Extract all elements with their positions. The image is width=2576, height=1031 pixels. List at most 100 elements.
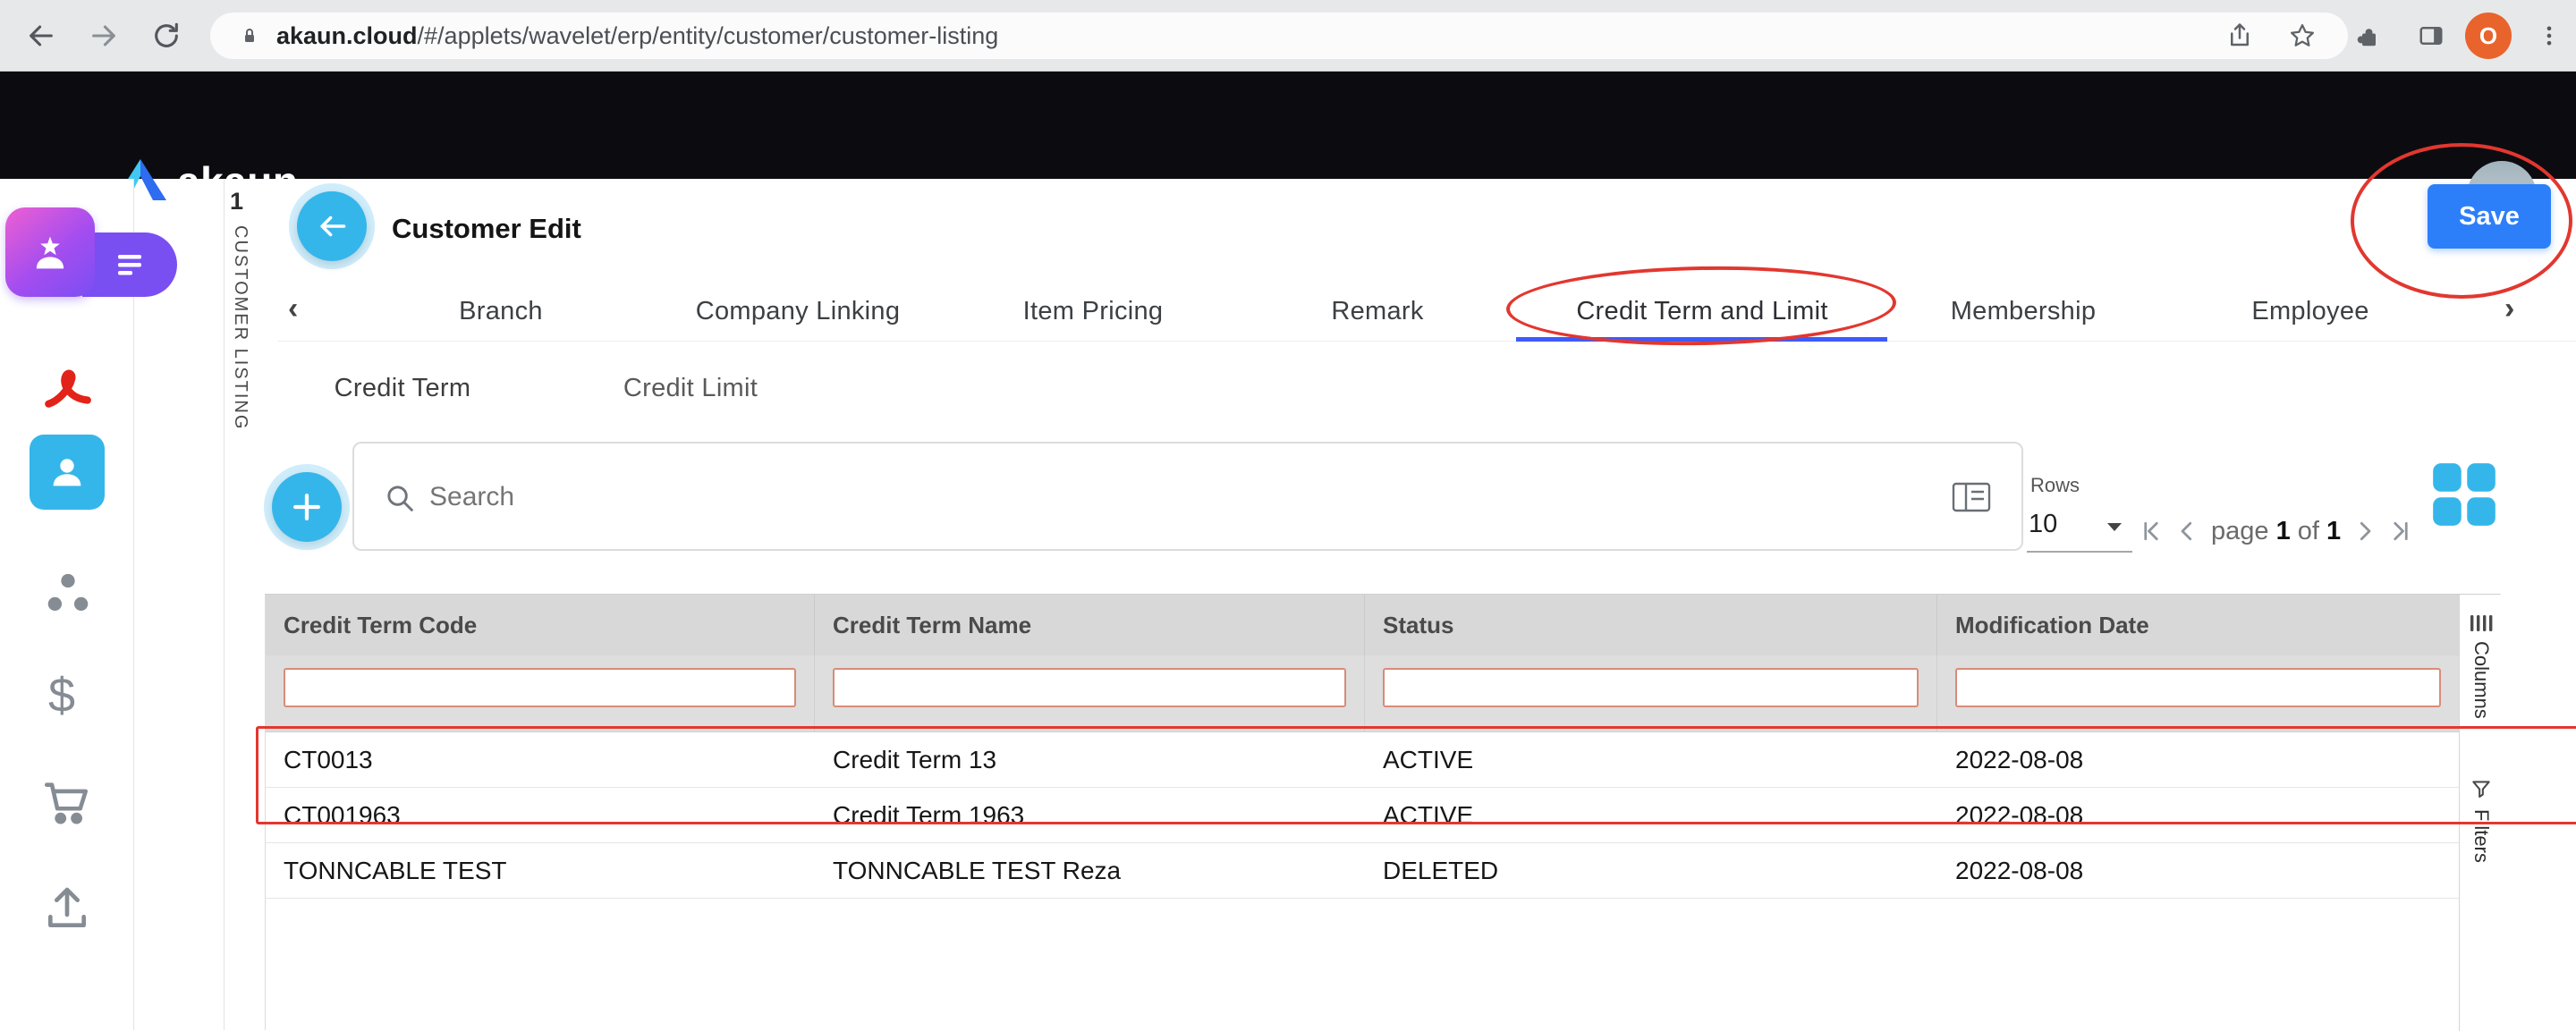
url-path: /#/applets/wavelet/erp/entity/customer/c… bbox=[418, 22, 999, 50]
cell-date: 2022-08-08 bbox=[1937, 843, 2459, 898]
sidebar-item-upload[interactable] bbox=[42, 883, 92, 934]
filter-modification-date[interactable] bbox=[1955, 668, 2441, 707]
filters-toggle[interactable]: Filters bbox=[2470, 809, 2493, 863]
panel-strip[interactable]: 1 CUSTOMER LISTING bbox=[224, 179, 268, 1030]
cell-date: 2022-08-08 bbox=[1937, 788, 2459, 842]
prev-page-icon[interactable] bbox=[2172, 516, 2202, 546]
filter-status[interactable] bbox=[1383, 668, 1919, 707]
applet-badge[interactable] bbox=[0, 204, 179, 304]
pdf-icon[interactable] bbox=[39, 358, 95, 413]
filter-icon[interactable] bbox=[2470, 777, 2493, 800]
grid-icon[interactable] bbox=[2431, 461, 2497, 528]
panel-strip-label: CUSTOMER LISTING bbox=[230, 225, 250, 430]
applet-tile[interactable] bbox=[5, 207, 95, 297]
tab-row-divider bbox=[277, 341, 2576, 342]
tab-credit-term-and-limit[interactable]: Credit Term and Limit bbox=[1576, 297, 1827, 326]
cell-code: CT0013 bbox=[266, 732, 815, 787]
browser-reload-icon[interactable] bbox=[147, 16, 186, 55]
subtab-credit-term[interactable]: Credit Term bbox=[335, 374, 471, 403]
cell-code: TONNCABLE TEST bbox=[266, 843, 815, 898]
extensions-icon[interactable] bbox=[2347, 16, 2386, 55]
sidebar-item-finance[interactable]: $ bbox=[48, 669, 75, 723]
sidebar-item-cart[interactable] bbox=[40, 776, 92, 828]
browser-back-icon[interactable] bbox=[21, 16, 61, 55]
url-bar[interactable]: akaun.cloud/#/applets/wavelet/erp/entity… bbox=[210, 13, 2348, 59]
rows-select[interactable]: 10 bbox=[2027, 506, 2134, 553]
tab-membership[interactable]: Membership bbox=[1951, 297, 2097, 326]
page-total: 1 bbox=[2326, 517, 2341, 545]
col-header-modification-date: Modification Date bbox=[1937, 595, 2459, 655]
tabs-left-chevron[interactable]: ‹ bbox=[288, 292, 298, 326]
applet-menu-pill[interactable] bbox=[82, 232, 177, 297]
person-icon bbox=[47, 452, 88, 493]
share-icon[interactable] bbox=[2220, 16, 2259, 55]
page-current: 1 bbox=[2276, 517, 2291, 545]
back-arrow-icon bbox=[315, 209, 349, 243]
tab-employee[interactable]: Employee bbox=[2251, 297, 2368, 326]
rows-underline bbox=[2027, 551, 2132, 553]
browser-forward-icon[interactable] bbox=[84, 16, 123, 55]
app-header: akaun bbox=[0, 72, 2576, 179]
col-header-credit-term-code: Credit Term Code bbox=[266, 595, 815, 655]
tab-item-pricing[interactable]: Item Pricing bbox=[1023, 297, 1164, 326]
rows-label: Rows bbox=[2030, 474, 2080, 497]
card-icon[interactable] bbox=[1952, 481, 1991, 513]
save-button-label: Save bbox=[2459, 202, 2520, 232]
table-row[interactable]: TONNCABLE TEST TONNCABLE TEST Reza DELET… bbox=[266, 843, 2459, 899]
search-input[interactable] bbox=[429, 470, 1896, 524]
url-domain: akaun.cloud bbox=[276, 22, 418, 50]
tab-remark[interactable]: Remark bbox=[1331, 297, 1423, 326]
table-row[interactable]: CT001963 Credit Term 1963 ACTIVE 2022-08… bbox=[266, 788, 2459, 843]
active-tab-underline bbox=[1516, 337, 1887, 342]
caret-down-icon bbox=[2106, 520, 2123, 533]
cell-status: ACTIVE bbox=[1365, 788, 1937, 842]
sidebar-item-cluster[interactable] bbox=[44, 569, 92, 617]
col-header-credit-term-name: Credit Term Name bbox=[815, 595, 1365, 655]
tab-branch[interactable]: Branch bbox=[459, 297, 543, 326]
browser-avatar-letter: O bbox=[2479, 22, 2497, 50]
cell-name: TONNCABLE TEST Reza bbox=[815, 843, 1365, 898]
table-row[interactable]: CT0013 Credit Term 13 ACTIVE 2022-08-08 bbox=[266, 732, 2459, 788]
star-icon[interactable] bbox=[2283, 16, 2322, 55]
columns-icon[interactable] bbox=[2470, 613, 2493, 634]
cell-name: Credit Term 13 bbox=[815, 732, 1365, 787]
lock-icon bbox=[239, 25, 260, 46]
page-title: Customer Edit bbox=[392, 213, 581, 245]
subtab-credit-limit[interactable]: Credit Limit bbox=[623, 374, 758, 403]
panel-strip-index: 1 bbox=[230, 188, 243, 215]
col-header-status: Status bbox=[1365, 595, 1937, 655]
side-panel-icon[interactable] bbox=[2411, 16, 2451, 55]
search-box bbox=[352, 442, 2023, 551]
plus-icon bbox=[289, 489, 325, 525]
cell-status: DELETED bbox=[1365, 843, 1937, 898]
filter-credit-term-code[interactable] bbox=[284, 668, 796, 707]
cell-date: 2022-08-08 bbox=[1937, 732, 2459, 787]
more-menu-icon[interactable] bbox=[2529, 16, 2569, 55]
browser-avatar[interactable]: O bbox=[2465, 13, 2512, 59]
tab-company-linking[interactable]: Company Linking bbox=[696, 297, 901, 326]
of-word: of bbox=[2298, 517, 2319, 545]
table-header-row: Credit Term Code Credit Term Name Status… bbox=[266, 595, 2459, 655]
page-word: page bbox=[2211, 517, 2269, 545]
last-page-icon[interactable] bbox=[2385, 516, 2416, 546]
filter-credit-term-name[interactable] bbox=[833, 668, 1346, 707]
applet-menu-icon bbox=[114, 251, 145, 278]
applet-star-icon bbox=[27, 229, 73, 275]
add-button[interactable] bbox=[272, 472, 342, 542]
pagination: page 1 of 1 bbox=[2136, 513, 2416, 549]
credit-term-table: Credit Term Code Credit Term Name Status… bbox=[265, 594, 2501, 1030]
table-side-strip: Columns Filters bbox=[2459, 595, 2502, 1031]
cell-status: ACTIVE bbox=[1365, 732, 1937, 787]
tabs-right-chevron[interactable]: › bbox=[2504, 292, 2514, 326]
rows-value: 10 bbox=[2029, 510, 2057, 539]
page-indicator: page 1 of 1 bbox=[2211, 517, 2341, 546]
first-page-icon[interactable] bbox=[2136, 516, 2166, 546]
app-logo[interactable]: akaun bbox=[114, 159, 298, 202]
table-filter-row bbox=[266, 655, 2459, 732]
back-button[interactable] bbox=[297, 191, 367, 261]
next-page-icon[interactable] bbox=[2350, 516, 2380, 546]
save-button[interactable]: Save bbox=[2428, 184, 2551, 249]
columns-toggle[interactable]: Columns bbox=[2470, 641, 2493, 719]
sidebar-item-customer[interactable] bbox=[30, 435, 105, 510]
search-icon bbox=[385, 483, 415, 513]
